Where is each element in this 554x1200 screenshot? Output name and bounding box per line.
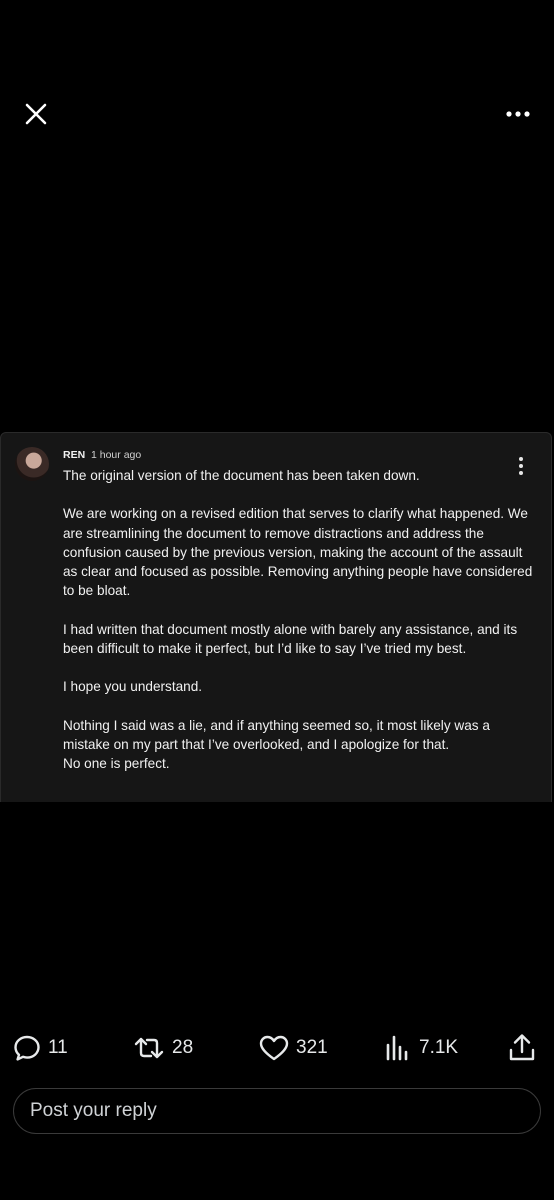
close-icon [25,103,47,125]
post-action-bar: 11 28 321 7.1K [0,1030,554,1066]
comment-screenshot: REN 1 hour ago The original version of t… [0,432,552,802]
comment-paragraph: The original version of the document has… [63,468,420,483]
close-button[interactable] [20,98,52,130]
more-options-button[interactable] [502,100,534,128]
comment-time: 1 hour ago [91,449,142,461]
repost-count: 28 [172,1037,194,1058]
repost-button[interactable]: 28 [132,1030,193,1066]
comment-paragraph: I hope you understand. [63,679,203,695]
like-count: 321 [296,1037,328,1058]
comment-paragraph: We are working on a revised edition that… [63,506,533,599]
comment-author: REN [63,449,86,461]
views-button[interactable]: 7.1K [383,1030,458,1066]
like-button[interactable]: 321 [258,1030,328,1066]
share-icon [509,1034,535,1061]
heart-icon [259,1035,289,1061]
views-count: 7.1K [419,1037,459,1058]
more-horizontal-icon [506,111,530,117]
comment-body: The original version of the document has… [63,466,533,773]
reply-count: 11 [48,1037,68,1058]
comment-paragraph: I had written that document mostly alone… [63,621,518,656]
comment-paragraph: Nothing I said was a lie, and if anythin… [63,717,490,771]
avatar [15,447,49,481]
share-button[interactable] [506,1030,538,1066]
reply-button[interactable]: 11 [12,1030,68,1066]
reply-input[interactable]: Post your reply [13,1088,541,1134]
repost-icon [134,1037,164,1059]
views-icon [386,1035,408,1061]
reply-placeholder: Post your reply [30,1100,157,1121]
reply-icon [14,1035,40,1061]
media-viewer-top-bar [0,0,554,228]
